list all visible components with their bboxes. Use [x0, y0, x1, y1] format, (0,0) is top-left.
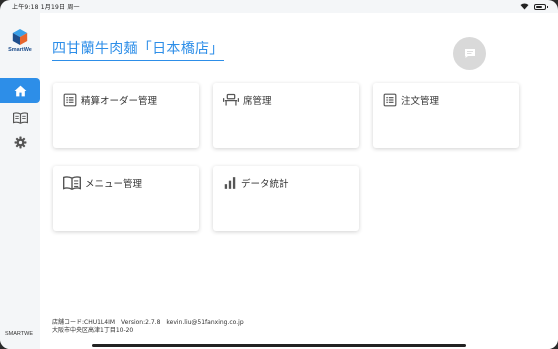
sidebar: SmartWe SMARTWE — [0, 13, 40, 349]
smartwe-logo-icon — [12, 29, 28, 45]
home-icon — [14, 85, 26, 96]
menu-book-icon — [63, 176, 81, 190]
wifi-icon — [520, 3, 529, 10]
sidebar-footer-label: SMARTWE — [5, 331, 34, 337]
logo-text: SmartWe — [8, 47, 32, 53]
seat-icon — [223, 93, 239, 106]
card-seat-management[interactable]: 席管理 — [213, 83, 359, 148]
store-address: 大阪市中央区高津1丁目10-20 — [52, 327, 134, 334]
status-bar: 上午9:18 1月19日 周一 — [0, 0, 558, 13]
book-icon — [12, 111, 28, 124]
chat-button[interactable] — [453, 37, 486, 70]
card-label: 席管理 — [243, 96, 272, 107]
sidebar-item-menu[interactable] — [0, 105, 40, 130]
account-email: kevin.liu@51fanxing.co.jp — [166, 319, 244, 326]
store-code: 店舗コード:CHU1L4IM — [52, 319, 116, 326]
main-content: 四甘蘭牛肉麺「日本橋店」 精算オーダー管理 席管理 注文管理 メニュー管理 デー… — [40, 13, 558, 349]
battery-level — [536, 5, 543, 8]
logo: SmartWe — [5, 28, 35, 53]
sidebar-item-home[interactable] — [0, 78, 40, 103]
app-version: Version:2.7.8 — [121, 319, 161, 326]
list-icon — [383, 93, 397, 107]
card-data-statistics[interactable]: データ統計 — [213, 166, 359, 231]
home-indicator[interactable] — [92, 344, 466, 347]
card-label: データ統計 — [241, 179, 289, 190]
card-label: メニュー管理 — [85, 179, 143, 190]
card-checkout-orders[interactable]: 精算オーダー管理 — [53, 83, 199, 148]
bar-chart-icon — [224, 177, 236, 189]
sidebar-item-settings[interactable] — [0, 130, 40, 155]
status-time-date: 上午9:18 1月19日 周一 — [12, 4, 80, 11]
card-order-management[interactable]: 注文管理 — [373, 83, 519, 148]
card-label: 精算オーダー管理 — [81, 96, 158, 107]
page-title: 四甘蘭牛肉麺「日本橋店」 — [52, 38, 224, 61]
store-info: 店舗コード:CHU1L4IM Version:2.7.8 kevin.liu@51f… — [52, 319, 244, 335]
gear-icon — [14, 136, 26, 149]
card-menu-management[interactable]: メニュー管理 — [53, 166, 199, 231]
list-icon — [63, 93, 77, 107]
message-icon — [464, 49, 475, 58]
app-screen: 上午9:18 1月19日 周一 SmartWe SMARTWE 四甘蘭牛肉麺「日… — [0, 0, 558, 349]
battery-icon — [534, 3, 548, 10]
card-label: 注文管理 — [401, 96, 440, 107]
